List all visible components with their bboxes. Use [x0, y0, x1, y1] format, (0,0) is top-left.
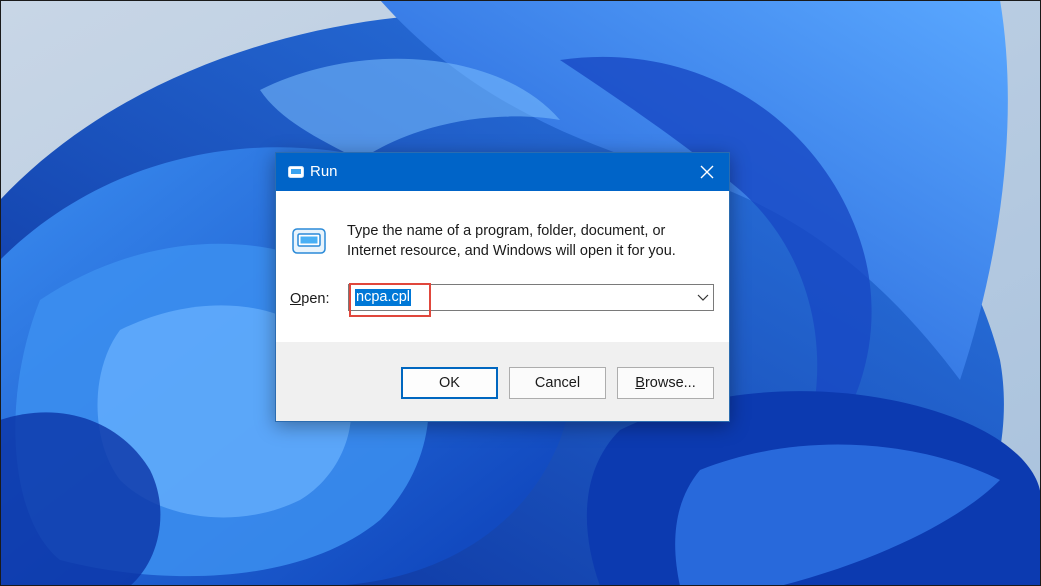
chevron-down-icon[interactable]: [697, 292, 709, 302]
cancel-button[interactable]: Cancel: [509, 367, 606, 399]
annotation-highlight-box: [349, 283, 431, 317]
dialog-description: Type the name of a program, folder, docu…: [347, 221, 717, 261]
open-label-text: pen:: [301, 291, 330, 307]
browse-button[interactable]: Browse...: [617, 367, 714, 399]
ok-button[interactable]: OK: [401, 367, 498, 399]
open-label: Open:: [290, 291, 330, 307]
run-program-icon: [292, 228, 326, 254]
description-line-1: Type the name of a program, folder, docu…: [347, 223, 666, 239]
run-icon: [288, 166, 304, 178]
dialog-body: Type the name of a program, folder, docu…: [276, 191, 729, 342]
title-bar[interactable]: Run: [276, 153, 729, 191]
open-label-accelerator: O: [290, 291, 302, 307]
close-icon: [700, 165, 714, 179]
run-dialog: Run Type the name of a program, folder, …: [275, 152, 730, 422]
dialog-footer: OK Cancel Browse...: [276, 342, 729, 421]
browse-accelerator: B: [635, 375, 645, 391]
browse-label: rowse...: [644, 375, 696, 391]
close-button[interactable]: [685, 153, 729, 191]
description-line-2: Internet resource, and Windows will open…: [347, 243, 676, 259]
window-title: Run: [310, 163, 338, 180]
